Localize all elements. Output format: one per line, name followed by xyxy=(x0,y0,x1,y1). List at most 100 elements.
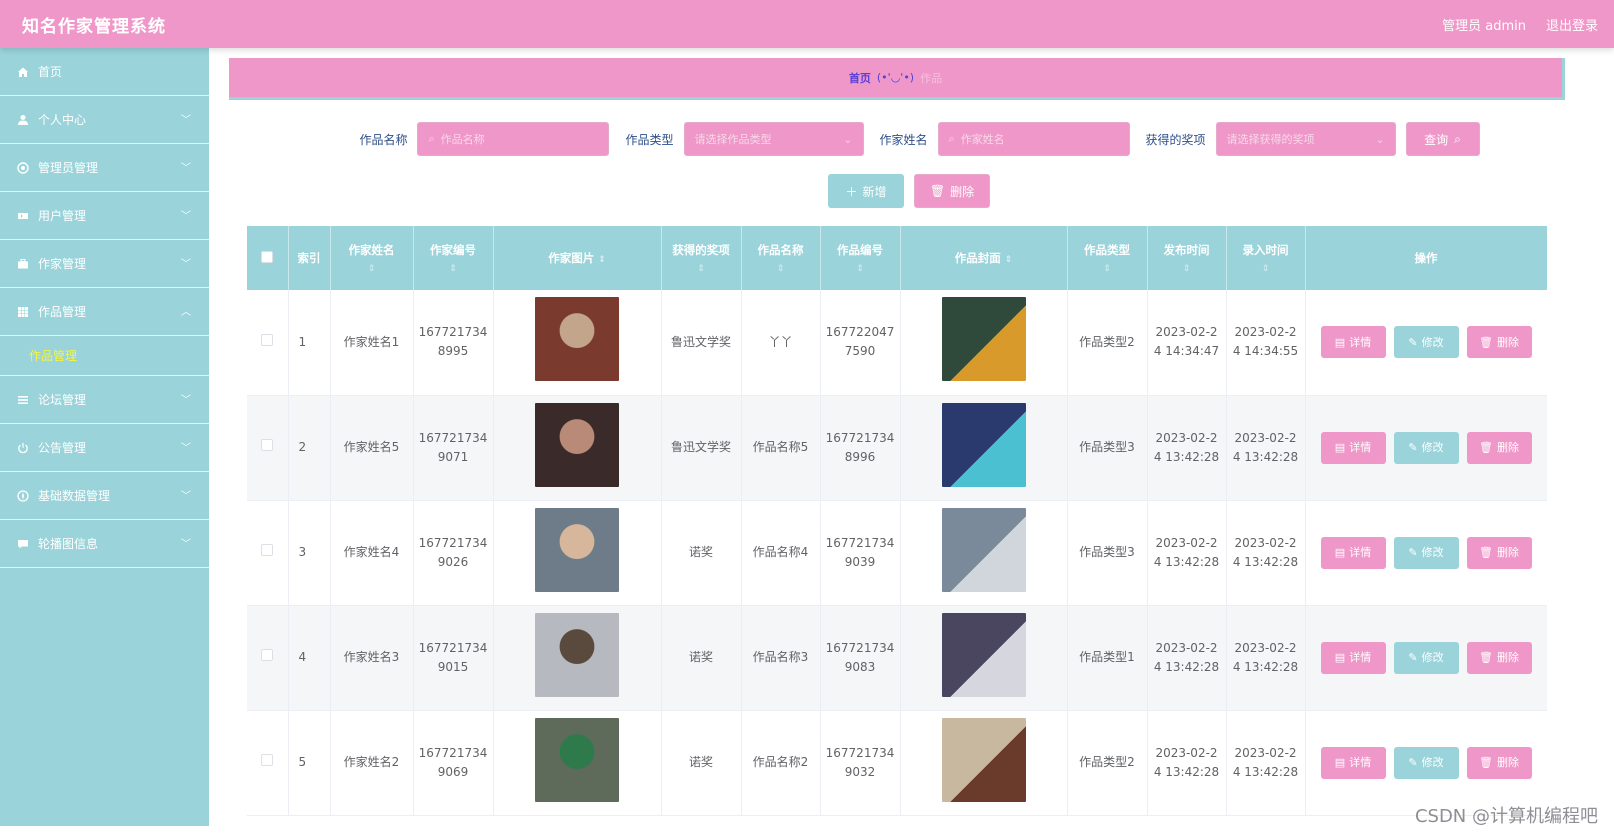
row-checkbox[interactable] xyxy=(261,754,274,766)
work-type-select[interactable]: 请选择作品类型 ⌄ xyxy=(683,122,864,156)
search-icon: ⌕ xyxy=(948,132,955,145)
row-select-cell[interactable] xyxy=(247,500,289,606)
writer-photo[interactable] xyxy=(535,612,619,697)
publish-time-cell: 2023-02-2 4 13:42:28 xyxy=(1147,395,1227,501)
writer-photo[interactable] xyxy=(535,402,619,487)
sidebar-item-base-data-management[interactable]: 基础数据管理 ﹀ xyxy=(0,472,209,520)
sort-icon[interactable]: ⇕ xyxy=(1148,264,1226,274)
delete-button[interactable]: 🗑 删除 xyxy=(1466,641,1532,674)
delete-button[interactable]: 🗑 删除 xyxy=(1466,746,1532,779)
work-cover-image[interactable] xyxy=(941,297,1026,382)
sort-icon[interactable]: ⇕ xyxy=(662,264,741,274)
breadcrumb-home[interactable]: 首页 xyxy=(849,70,871,86)
row-checkbox[interactable] xyxy=(261,333,274,346)
trash-icon: 🗑 xyxy=(1479,441,1493,454)
sort-icon[interactable]: ⇕ xyxy=(742,264,820,274)
delete-button[interactable]: 🗑 删除 xyxy=(1466,326,1532,359)
sidebar-item-writer-management[interactable]: 作家管理 ﹀ xyxy=(0,240,209,288)
row-checkbox[interactable] xyxy=(261,439,274,451)
chevron-down-icon: ﹀ xyxy=(181,259,191,270)
delete-button[interactable]: 🗑 删除 xyxy=(1466,536,1532,569)
query-button-label: 查询 xyxy=(1424,132,1449,147)
breadcrumb: 首页 (•'◡'•) 作品 xyxy=(229,58,1565,100)
detail-button[interactable]: ▤ 详情 xyxy=(1320,431,1386,464)
edit-button[interactable]: ✎ 修改 xyxy=(1393,536,1459,569)
detail-button-label: 详情 xyxy=(1349,546,1372,559)
sidebar-item-label: 轮播图信息 xyxy=(38,537,99,551)
sidebar-item-forum-management[interactable]: 论坛管理 ﹀ xyxy=(0,376,209,424)
sort-icon[interactable]: ⇕ xyxy=(598,255,606,265)
work-name-cell: 丫丫 xyxy=(741,290,821,396)
edit-button-label: 修改 xyxy=(1421,441,1444,454)
add-button[interactable]: ＋ 新增 xyxy=(828,174,904,208)
work-cover-image[interactable] xyxy=(941,612,1026,697)
publish-time-cell: 2023-02-2 4 13:42:28 xyxy=(1147,605,1227,711)
select-all-checkbox[interactable] xyxy=(261,250,274,263)
header-writer-name[interactable]: 作家姓名 ⇕ xyxy=(330,226,414,290)
header-work-cover[interactable]: 作品封面 ⇕ xyxy=(900,226,1068,290)
logout-link[interactable]: 退出登录 xyxy=(1546,15,1598,34)
header-writer-photo[interactable]: 作家图片 ⇕ xyxy=(493,226,662,290)
header-writer-no[interactable]: 作家编号 ⇕ xyxy=(413,226,494,290)
edit-button[interactable]: ✎ 修改 xyxy=(1393,431,1459,464)
writer-photo[interactable] xyxy=(535,717,619,802)
header-entry-time[interactable]: 录入时间 ⇕ xyxy=(1226,226,1306,290)
batch-delete-button[interactable]: 🗑 删除 xyxy=(914,174,990,208)
row-select-cell[interactable] xyxy=(247,605,289,711)
edit-button[interactable]: ✎ 修改 xyxy=(1393,641,1459,674)
work-cover-image[interactable] xyxy=(941,507,1026,592)
sort-icon[interactable]: ⇕ xyxy=(1227,264,1305,274)
table-row: 3 作家姓名4 167721734 9026 诺奖 作品名称4 167721734… xyxy=(247,500,1547,606)
detail-button[interactable]: ▤ 详情 xyxy=(1320,641,1386,674)
row-checkbox[interactable] xyxy=(261,649,274,661)
row-checkbox[interactable] xyxy=(261,544,274,556)
detail-button[interactable]: ▤ 详情 xyxy=(1320,536,1386,569)
sidebar-item-works-management[interactable]: 作品管理 ︿ xyxy=(0,288,209,336)
detail-button[interactable]: ▤ 详情 xyxy=(1320,746,1386,779)
sidebar-item-notice-management[interactable]: 公告管理 ﹀ xyxy=(0,424,209,472)
query-button[interactable]: 查询 ⌕ xyxy=(1405,122,1480,156)
header-publish-time[interactable]: 发布时间 ⇕ xyxy=(1147,226,1227,290)
sort-icon[interactable]: ⇕ xyxy=(1068,264,1147,274)
app-title: 知名作家管理系统 xyxy=(22,16,166,37)
sidebar-item-admin-management[interactable]: 管理员管理 ﹀ xyxy=(0,144,209,192)
edit-button[interactable]: ✎ 修改 xyxy=(1393,746,1459,779)
sort-icon[interactable]: ⇕ xyxy=(821,264,900,274)
header-work-type[interactable]: 作品类型 ⇕ xyxy=(1067,226,1148,290)
sort-icon[interactable]: ⇕ xyxy=(331,264,413,274)
sidebar-item-carousel-info[interactable]: 轮播图信息 ﹀ xyxy=(0,520,209,568)
header-award[interactable]: 获得的奖项 ⇕ xyxy=(661,226,742,290)
work-no-cell: 167722047 7590 xyxy=(820,290,901,396)
entry-time-cell: 2023-02-2 4 13:42:28 xyxy=(1226,500,1306,606)
header-work-no[interactable]: 作品编号 ⇕ xyxy=(820,226,901,290)
sort-icon[interactable]: ⇕ xyxy=(414,264,493,274)
detail-button[interactable]: ▤ 详情 xyxy=(1320,326,1386,359)
publish-time-cell: 2023-02-2 4 13:42:28 xyxy=(1147,500,1227,606)
row-select-cell[interactable] xyxy=(247,290,289,396)
row-select-cell[interactable] xyxy=(247,395,289,501)
sort-icon[interactable]: ⇕ xyxy=(1005,255,1013,265)
writer-name-input[interactable]: ⌕ 作家姓名 xyxy=(937,122,1130,156)
admin-user-label[interactable]: 管理员 admin xyxy=(1442,15,1526,34)
sidebar-item-home[interactable]: 首页 xyxy=(0,48,209,96)
writer-photo[interactable] xyxy=(535,297,619,382)
writer-photo-cell xyxy=(493,290,662,396)
list-icon xyxy=(16,393,30,407)
work-cover-image[interactable] xyxy=(941,402,1026,487)
submenu-item-works-management[interactable]: 作品管理 xyxy=(0,336,209,376)
index-cell: 2 xyxy=(288,395,331,501)
row-select-cell[interactable] xyxy=(247,710,289,816)
work-name-input[interactable]: ⌕ 作品名称 xyxy=(417,122,610,156)
chevron-down-icon: ⌄ xyxy=(843,132,853,146)
select-all-header[interactable] xyxy=(247,226,289,290)
sidebar-item-user-management[interactable]: 用户管理 ﹀ xyxy=(0,192,209,240)
writer-name-cell: 作家姓名2 xyxy=(330,710,414,816)
award-select[interactable]: 请选择获得的奖项 ⌄ xyxy=(1215,122,1396,156)
header-work-name[interactable]: 作品名称 ⇕ xyxy=(741,226,821,290)
delete-button[interactable]: 🗑 删除 xyxy=(1466,431,1532,464)
work-cover-image[interactable] xyxy=(941,717,1026,802)
table-header-row: 索引 作家姓名 ⇕ 作家编号 ⇕ 作家图片 ⇕ 获得的奖项 ⇕ 作品名称 ⇕ 作品编号 ⇕… xyxy=(247,226,1547,290)
edit-button[interactable]: ✎ 修改 xyxy=(1393,326,1459,359)
sidebar-item-personal-center[interactable]: 个人中心 ﹀ xyxy=(0,96,209,144)
writer-photo[interactable] xyxy=(535,507,619,592)
